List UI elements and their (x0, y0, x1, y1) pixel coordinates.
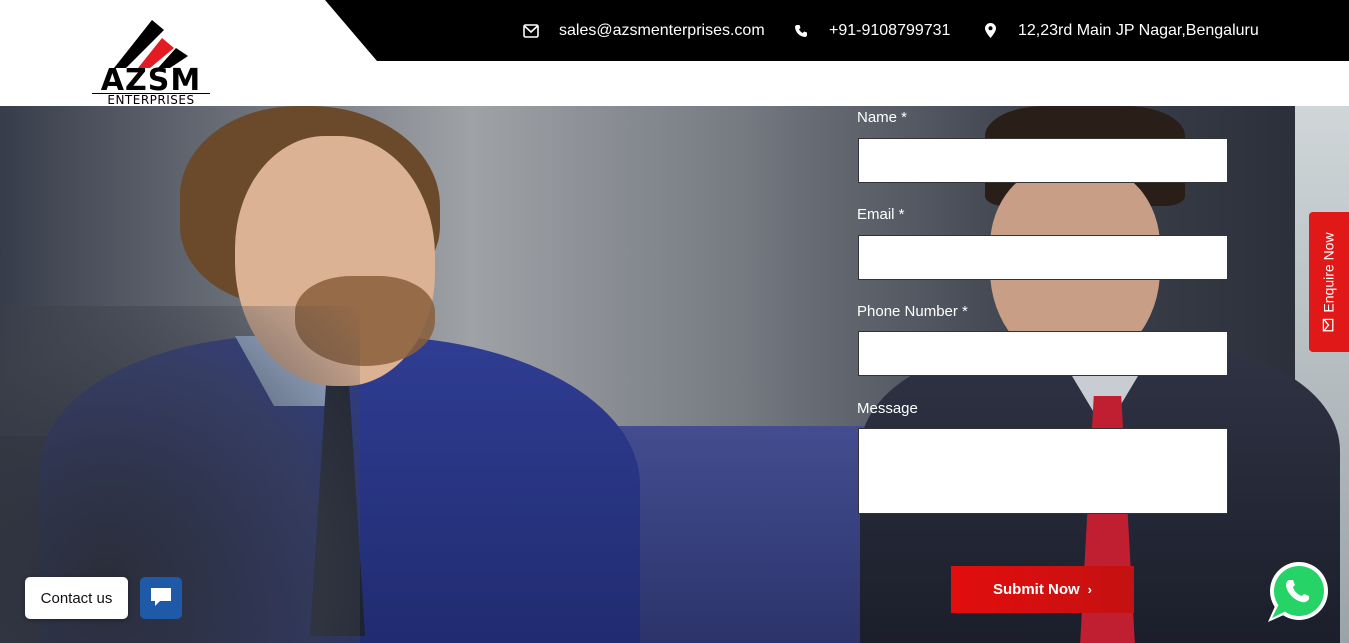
address-link[interactable]: 12,23rd Main JP Nagar,Bengaluru (982, 0, 1259, 61)
chevron-right-icon: › (1087, 582, 1092, 597)
logo-subtitle: ENTERPRISES (92, 93, 210, 107)
azsm-logo[interactable]: AZSM ENTERPRISES (92, 18, 210, 107)
email-label: Email * (857, 206, 905, 223)
phone-icon (793, 23, 809, 39)
top-contact-bar: sales@azsmenterprises.com +91-9108799731… (325, 0, 1349, 61)
email-text: sales@azsmenterprises.com (559, 21, 765, 39)
contact-us-label: Contact us (40, 589, 113, 607)
email-field[interactable] (858, 235, 1228, 280)
name-field[interactable] (858, 138, 1228, 183)
phone-field[interactable] (858, 331, 1228, 376)
chat-icon (149, 585, 173, 612)
phone-label: Phone Number * (857, 303, 968, 320)
email-link[interactable]: sales@azsmenterprises.com (523, 0, 765, 61)
envelope-icon (1321, 318, 1337, 332)
envelope-icon (523, 23, 539, 39)
whatsapp-button[interactable] (1262, 560, 1334, 624)
chat-button[interactable] (140, 577, 182, 619)
name-label: Name * (857, 109, 908, 126)
phone-text: +91-9108799731 (829, 21, 951, 39)
message-field[interactable] (858, 428, 1228, 514)
map-marker-icon (982, 23, 998, 39)
site-header: AZSM ENTERPRISES sales@azsmenterprises.c… (0, 0, 1349, 107)
phone-link[interactable]: +91-9108799731 (793, 0, 950, 61)
submit-label: Submit Now (992, 581, 1080, 598)
logo-name: AZSM (100, 63, 202, 98)
whatsapp-icon (1268, 562, 1328, 622)
address-text: 12,23rd Main JP Nagar,Bengaluru (1018, 21, 1259, 39)
enquire-now-tab[interactable]: Enquire Now (1309, 212, 1349, 352)
submit-button[interactable]: Submit Now › (951, 566, 1134, 613)
enquire-label: Enquire Now (1321, 232, 1337, 313)
message-label: Message (857, 400, 918, 417)
contact-us-button[interactable]: Contact us (25, 577, 128, 619)
